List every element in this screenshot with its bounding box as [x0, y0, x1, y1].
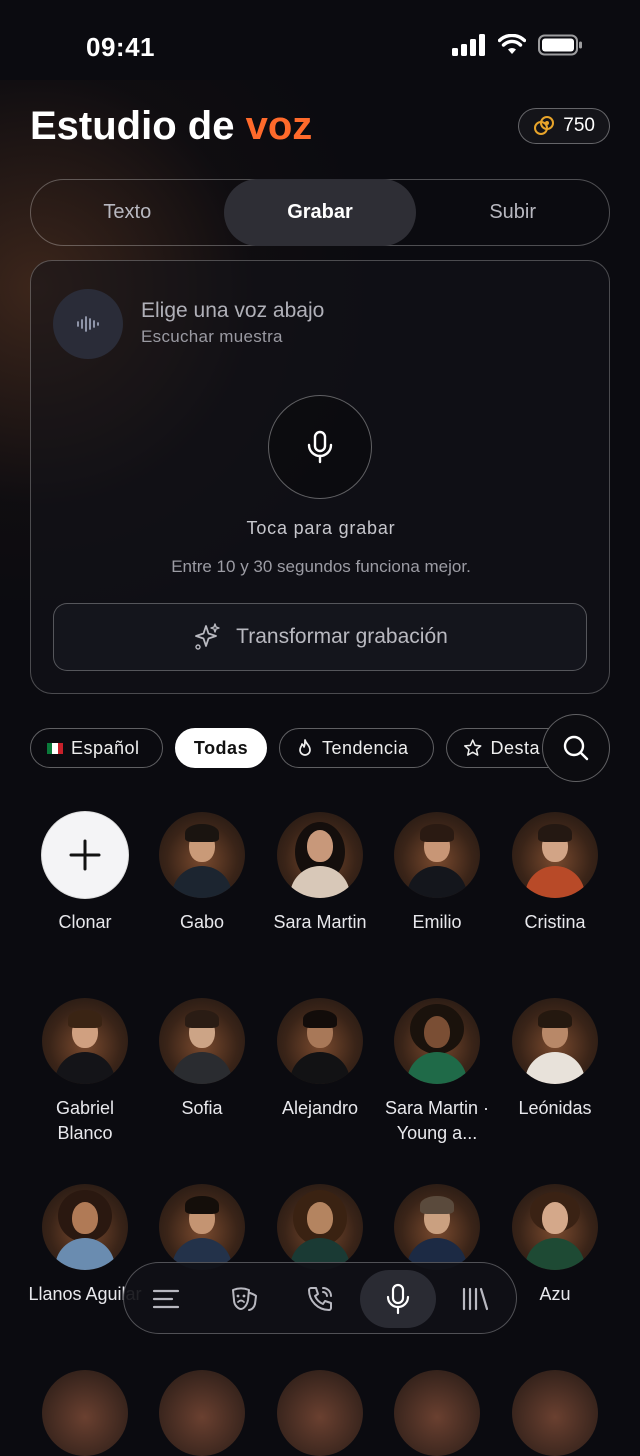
- voice-card[interactable]: Leónidas: [496, 998, 614, 1121]
- voice-name: Cristina: [524, 912, 586, 932]
- bottom-nav: [123, 1262, 517, 1334]
- menu-icon: [152, 1289, 180, 1309]
- tab-texto[interactable]: Texto: [31, 179, 224, 246]
- star-icon: [464, 739, 482, 756]
- voice-name: Alejandro: [281, 1098, 359, 1118]
- wifi-icon: [498, 34, 526, 54]
- tab-grabar[interactable]: Grabar: [223, 179, 417, 246]
- nav-menu[interactable]: [137, 1270, 195, 1328]
- nav-library[interactable]: [446, 1270, 504, 1328]
- search-icon: [563, 735, 589, 761]
- voice-clone[interactable]: Clonar: [26, 812, 144, 935]
- voice-avatar: [277, 812, 363, 898]
- voice-avatar: [159, 1184, 245, 1270]
- coins-icon: [534, 116, 555, 135]
- voice-avatar: [394, 1184, 480, 1270]
- voice-avatar: [42, 998, 128, 1084]
- chip-featured[interactable]: Desta: [446, 728, 556, 768]
- mode-tabs: Texto Grabar Subir: [30, 179, 610, 246]
- voice-avatar: [159, 998, 245, 1084]
- tab-subir[interactable]: Subir: [416, 179, 609, 246]
- voice-card[interactable]: Sara Martin · Young a...: [378, 998, 496, 1146]
- nav-calls[interactable]: [291, 1270, 349, 1328]
- duration-hint: Entre 10 y 30 segundos funciona mejor.: [171, 557, 471, 576]
- flame-icon: [299, 739, 311, 756]
- voice-card[interactable]: Sofia: [143, 998, 261, 1121]
- phone-wave-icon: [308, 1287, 332, 1311]
- microphone-icon: [386, 1283, 410, 1315]
- voice-card[interactable]: Sara Martin: [261, 812, 379, 935]
- waveform-icon: [77, 316, 99, 332]
- voice-name: Clonar: [58, 912, 112, 932]
- filter-chips: Español Todas Tendencia Desta: [30, 728, 610, 768]
- nav-voice-studio[interactable]: [360, 1270, 436, 1328]
- voice-avatar: [512, 812, 598, 898]
- selected-voice-avatar[interactable]: [53, 289, 123, 359]
- add-voice-avatar: [42, 812, 128, 898]
- voice-avatar: [277, 1184, 363, 1270]
- voice-avatar: [512, 1184, 598, 1270]
- selected-voice-title: Elige una voz abajo: [141, 299, 325, 322]
- mexico-flag-icon: [47, 742, 63, 754]
- voice-name: Sara Martin · Young a...: [384, 1098, 490, 1143]
- voice-avatar: [42, 1184, 128, 1270]
- tap-to-record-label: Toca para grabar: [246, 518, 396, 538]
- chip-trending[interactable]: Tendencia: [279, 728, 434, 768]
- voice-name: Sara Martin: [273, 912, 367, 932]
- record-card: Elige una voz abajo Escuchar muestra Toc…: [30, 260, 610, 694]
- sparkle-icon: [195, 623, 220, 650]
- search-button[interactable]: [542, 714, 610, 782]
- voice-card[interactable]: Gabriel Blanco: [26, 998, 144, 1146]
- voice-avatar: [159, 812, 245, 898]
- voice-card[interactable]: Alejandro: [261, 998, 379, 1121]
- status-bar: 09:41: [0, 0, 640, 95]
- plus-icon: [69, 839, 101, 871]
- voice-name: Leónidas: [518, 1098, 592, 1118]
- transform-recording-button[interactable]: Transformar grabación: [53, 603, 587, 671]
- page-title: Estudio de voz: [30, 104, 313, 148]
- theater-mask-icon: [232, 1287, 258, 1311]
- chip-all[interactable]: Todas: [175, 728, 267, 768]
- voice-avatar: [277, 998, 363, 1084]
- nav-characters[interactable]: [214, 1270, 272, 1328]
- voice-name: Sofia: [181, 1098, 223, 1118]
- language-chip[interactable]: Español: [30, 728, 163, 768]
- voice-card[interactable]: Gabo: [143, 812, 261, 935]
- voice-avatar: [394, 998, 480, 1084]
- voice-card[interactable]: Cristina: [496, 812, 614, 935]
- credits-count: 750: [563, 115, 595, 136]
- voice-avatar: [512, 998, 598, 1084]
- microphone-icon: [307, 430, 333, 464]
- battery-icon: [538, 34, 582, 56]
- voice-grid-next-row: [26, 1370, 614, 1456]
- credits-badge[interactable]: 750: [518, 108, 610, 144]
- voice-avatar: [394, 812, 480, 898]
- voice-card[interactable]: Emilio: [378, 812, 496, 935]
- library-icon: [462, 1287, 489, 1311]
- voice-name: Emilio: [412, 912, 462, 932]
- status-time: 09:41: [86, 32, 155, 62]
- signal-icon: [452, 34, 485, 56]
- listen-sample-link[interactable]: Escuchar muestra: [141, 327, 283, 347]
- record-button[interactable]: [268, 395, 372, 499]
- title-accent: voz: [245, 104, 313, 148]
- voice-name: Gabriel Blanco: [55, 1098, 115, 1143]
- voice-name: Gabo: [179, 912, 225, 932]
